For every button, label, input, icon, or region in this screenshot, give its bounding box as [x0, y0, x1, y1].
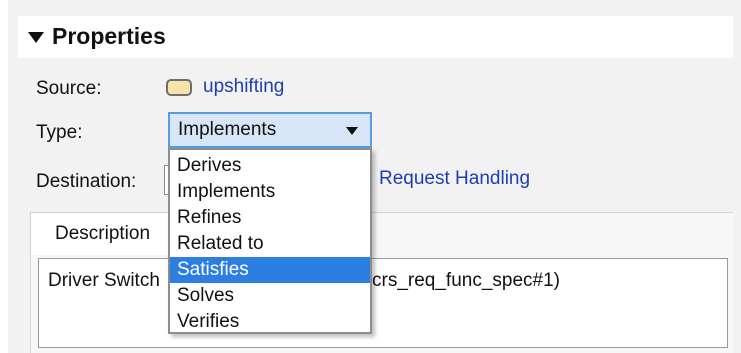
- properties-title-text: Properties: [52, 23, 166, 49]
- type-dropdown-list[interactable]: Derives Implements Refines Related to Sa…: [168, 148, 372, 334]
- source-link[interactable]: upshifting: [166, 76, 284, 98]
- dropdown-item-satisfies[interactable]: Satisfies: [170, 257, 370, 283]
- dropdown-item-solves[interactable]: Solves: [170, 283, 370, 309]
- dropdown-item-derives[interactable]: Derives: [170, 153, 370, 179]
- caret-down-icon[interactable]: [346, 127, 358, 135]
- collapse-triangle-icon[interactable]: [28, 32, 44, 43]
- dropdown-item-implements[interactable]: Implements: [170, 179, 370, 205]
- destination-link[interactable]: Request Handling: [379, 168, 530, 190]
- requirement-icon: [166, 78, 192, 96]
- description-text-end: crs_req_func_spec#1): [372, 270, 560, 291]
- type-label: Type:: [36, 122, 83, 143]
- dropdown-item-verifies[interactable]: Verifies: [170, 309, 370, 335]
- dropdown-item-refines[interactable]: Refines: [170, 205, 370, 231]
- type-select[interactable]: Implements: [168, 112, 372, 148]
- description-box[interactable]: Driver Switch crs_req_func_spec#1): [38, 258, 728, 348]
- properties-title[interactable]: Properties: [28, 23, 166, 50]
- type-select-value: Implements: [178, 119, 277, 140]
- source-label: Source:: [36, 78, 102, 99]
- tab-description[interactable]: Description: [31, 213, 181, 255]
- tab-description-label: Description: [55, 223, 151, 244]
- properties-header[interactable]: Properties: [18, 16, 733, 58]
- source-link-text[interactable]: upshifting: [203, 76, 284, 98]
- destination-label: Destination:: [36, 171, 137, 192]
- description-text-start: Driver Switch: [48, 270, 160, 291]
- dropdown-item-related-to[interactable]: Related to: [170, 231, 370, 257]
